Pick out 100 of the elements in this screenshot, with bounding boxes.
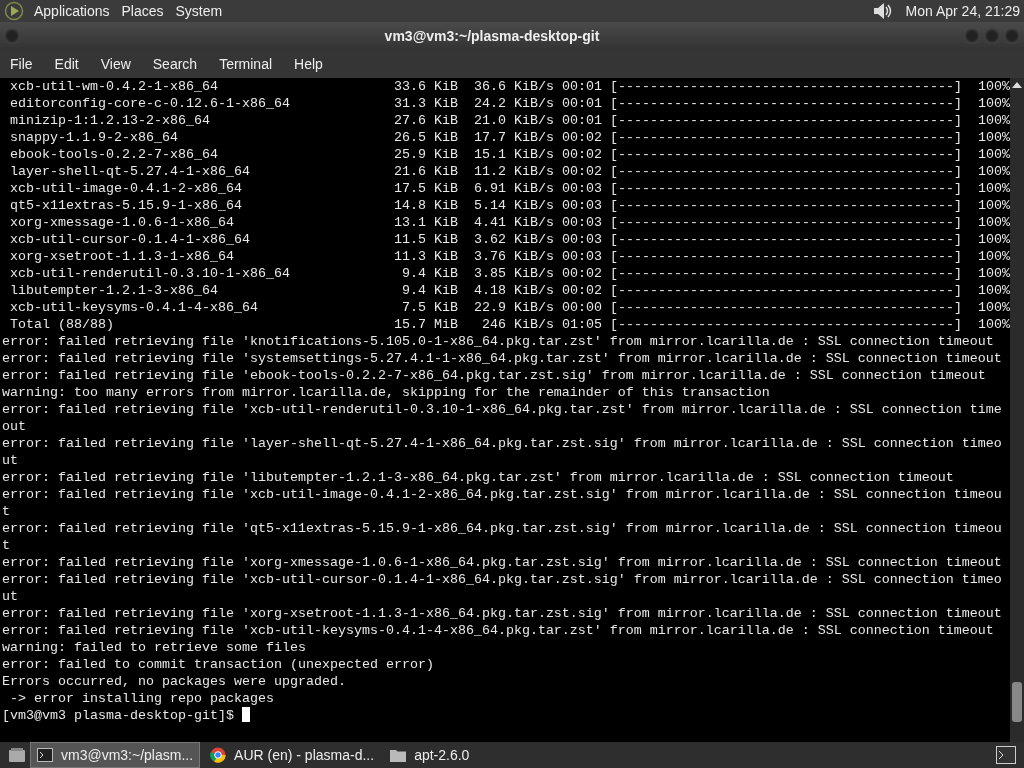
percent-text: 100% bbox=[977, 112, 1010, 129]
percent-text: 100% bbox=[977, 282, 1010, 299]
output-line: error: failed retrieving file 'xcb-util-renderutil-0.3.10-1-x86_64.pkg.tar.zst' from mirror.lcarilla.de : SSL connection time bbox=[2, 401, 1003, 418]
progress-text: [------------------------------------------] bbox=[610, 282, 963, 299]
download-speed: 3.62 KiB/s bbox=[473, 231, 554, 248]
progress-text: [------------------------------------------] bbox=[610, 231, 963, 248]
panel-menu[interactable]: System bbox=[175, 3, 223, 19]
package-name: xcb-util-cursor-0.1.4-1-x86_64 bbox=[10, 231, 251, 248]
package-name: snappy-1.1.9-2-x86_64 bbox=[10, 129, 179, 146]
package-size: 13.1 KiB bbox=[394, 214, 458, 231]
download-speed: 24.2 KiB/s bbox=[473, 95, 554, 112]
taskbar-button[interactable]: AUR (en) - plasma-d... bbox=[204, 743, 381, 767]
elapsed-time: 00:02 bbox=[561, 282, 603, 299]
play-logo-icon[interactable] bbox=[4, 1, 24, 21]
package-name: xorg-xsetroot-1.1.3-1-x86_64 bbox=[10, 248, 235, 265]
terminal-icon[interactable] bbox=[996, 746, 1016, 764]
output-line: t bbox=[2, 537, 11, 554]
package-size: 33.6 KiB bbox=[394, 78, 458, 95]
progress-text: [------------------------------------------] bbox=[610, 197, 963, 214]
output-line: error: failed to commit transaction (unexpected error) bbox=[2, 656, 435, 673]
progress-text: [------------------------------------------] bbox=[610, 180, 963, 197]
window-title: vm3@vm3:~/plasma-desktop-git bbox=[383, 28, 601, 44]
browser-icon bbox=[210, 747, 227, 763]
percent-text: 100% bbox=[977, 180, 1010, 197]
menu-item[interactable]: Edit bbox=[54, 56, 87, 72]
percent-text: 100% bbox=[977, 214, 1010, 231]
speaker-icon[interactable] bbox=[871, 1, 894, 21]
menu-item[interactable]: Terminal bbox=[219, 56, 281, 72]
package-size: 31.3 KiB bbox=[394, 95, 458, 112]
elapsed-time: 00:02 bbox=[561, 146, 603, 163]
download-speed: 3.85 KiB/s bbox=[473, 265, 554, 282]
package-size: 9.4 KiB bbox=[401, 282, 458, 299]
output-line: -> error installing repo packages bbox=[9, 690, 275, 707]
download-speed: 36.6 KiB/s bbox=[473, 78, 554, 95]
output-line: warning: too many errors from mirror.lcarilla.de, skipping for the remainder of this transaction bbox=[2, 384, 771, 401]
download-speed: 5.14 KiB/s bbox=[473, 197, 554, 214]
menu-item[interactable]: File bbox=[10, 56, 41, 72]
package-size: 21.6 KiB bbox=[394, 163, 458, 180]
progress-text: [------------------------------------------] bbox=[610, 78, 963, 95]
output-line: error: failed retrieving file 'xorg-xsetroot-1.1.3-1-x86_64.pkg.tar.zst.sig' from mirror.lcarilla.de : SSL connection timeout bbox=[2, 605, 1003, 622]
percent-text: 100% bbox=[977, 265, 1010, 282]
elapsed-time: 00:03 bbox=[561, 197, 603, 214]
taskbar-button[interactable]: apt-2.6.0 bbox=[384, 743, 476, 767]
progress-text: [------------------------------------------] bbox=[610, 129, 963, 146]
output-line: error: failed retrieving file 'qt5-x11extras-5.15.9-1-x86_64.pkg.tar.zst.sig' from mirror.lcarilla.de : SSL connection timeou bbox=[2, 520, 1003, 537]
panel-menu[interactable]: Applications bbox=[34, 3, 110, 19]
menu-item[interactable]: Search bbox=[152, 56, 206, 72]
package-size: 11.3 KiB bbox=[394, 248, 458, 265]
package-name: libutempter-1.2.1-3-x86_64 bbox=[10, 282, 219, 299]
percent-text: 100% bbox=[977, 248, 1010, 265]
progress-text: [------------------------------------------] bbox=[610, 163, 963, 180]
percent-text: 100% bbox=[977, 197, 1010, 214]
terminal-icon bbox=[37, 748, 53, 762]
download-speed: 17.7 KiB/s bbox=[473, 129, 554, 146]
percent-text: 100% bbox=[977, 316, 1010, 333]
elapsed-time: 00:03 bbox=[561, 180, 603, 197]
package-name: Total (88/88) bbox=[10, 316, 115, 333]
elapsed-time: 00:01 bbox=[561, 78, 603, 95]
output-line: error: failed retrieving file 'xcb-util-keysyms-0.4.1-4-x86_64.pkg.tar.zst' from mirror.lcarilla.de : SSL connection timeout bbox=[2, 622, 995, 639]
scrollbar-thumb[interactable] bbox=[1012, 682, 1022, 722]
percent-text: 100% bbox=[977, 299, 1010, 316]
text-cursor bbox=[241, 707, 250, 722]
elapsed-time: 00:03 bbox=[561, 231, 603, 248]
elapsed-time: 00:02 bbox=[561, 265, 603, 282]
package-size: 27.6 KiB bbox=[394, 112, 458, 129]
percent-text: 100% bbox=[977, 78, 1010, 95]
elapsed-time: 01:05 bbox=[561, 316, 603, 333]
package-name: ebook-tools-0.2.2-7-x86_64 bbox=[10, 146, 219, 163]
progress-text: [------------------------------------------] bbox=[610, 299, 963, 316]
scroll-up-icon[interactable] bbox=[1012, 82, 1022, 88]
download-speed: 15.1 KiB/s bbox=[473, 146, 554, 163]
output-line: warning: failed to retrieve some files bbox=[2, 639, 307, 656]
output-line: ut bbox=[2, 452, 19, 469]
output-line: error: failed retrieving file 'ebook-tools-0.2.2-7-x86_64.pkg.tar.zst.sig' from mirror.lcarilla.de : SSL connection timeout bbox=[2, 367, 987, 384]
download-speed: 4.41 KiB/s bbox=[473, 214, 554, 231]
package-size: 7.5 KiB bbox=[401, 299, 458, 316]
desktop-icon[interactable] bbox=[8, 747, 26, 763]
output-line: error: failed retrieving file 'xorg-xmessage-1.0.6-1-x86_64.pkg.tar.zst.sig' from mirror.lcarilla.de : SSL connection timeout bbox=[2, 554, 1003, 571]
elapsed-time: 00:00 bbox=[561, 299, 603, 316]
package-size: 15.7 MiB bbox=[394, 316, 458, 333]
package-size: 14.8 KiB bbox=[394, 197, 458, 214]
progress-text: [------------------------------------------] bbox=[610, 316, 963, 333]
taskbar-button[interactable]: vm3@vm3:~/plasm... bbox=[30, 742, 201, 768]
menu-item[interactable]: View bbox=[100, 56, 139, 72]
package-name: layer-shell-qt-5.27.4-1-x86_64 bbox=[10, 163, 251, 180]
output-line: out bbox=[2, 418, 27, 435]
clock[interactable]: Mon Apr 24, 21:29 bbox=[905, 3, 1020, 19]
progress-text: [------------------------------------------] bbox=[610, 146, 963, 163]
panel-menu[interactable]: Places bbox=[121, 3, 164, 19]
percent-text: 100% bbox=[977, 95, 1010, 112]
elapsed-time: 00:03 bbox=[561, 214, 603, 231]
package-size: 26.5 KiB bbox=[394, 129, 458, 146]
package-name: xcb-util-image-0.4.1-2-x86_64 bbox=[10, 180, 243, 197]
menu-item[interactable]: Help bbox=[294, 56, 331, 72]
output-line: error: failed retrieving file 'xcb-util-cursor-0.1.4-1-x86_64.pkg.tar.zst.sig' from mirror.lcarilla.de : SSL connection timeo bbox=[2, 571, 1003, 588]
package-name: xorg-xmessage-1.0.6-1-x86_64 bbox=[10, 214, 235, 231]
package-name: xcb-util-renderutil-0.3.10-1-x86_64 bbox=[10, 265, 291, 282]
scrollbar[interactable] bbox=[1010, 78, 1024, 742]
package-size: 9.4 KiB bbox=[401, 265, 458, 282]
elapsed-time: 00:02 bbox=[561, 129, 603, 146]
